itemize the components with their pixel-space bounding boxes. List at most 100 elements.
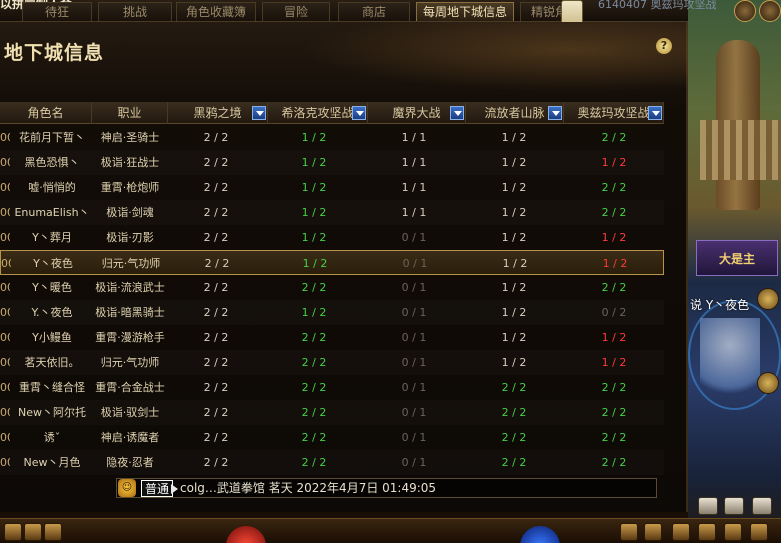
menu-icon[interactable] — [698, 497, 718, 515]
dropdown-icon[interactable] — [548, 106, 562, 120]
badge-icon[interactable] — [759, 0, 781, 22]
quickslot-icon[interactable] — [24, 523, 42, 541]
phone-icon[interactable] — [724, 497, 744, 515]
table-row[interactable]: 00 Y.丶夜色 极诣·暗黑骑士 2 / 2 1 / 2 0 / 1 1 / 2 0 / 2 — [0, 300, 664, 325]
clear-count: 1 / 2 — [501, 181, 527, 194]
character-job: 神启·圣骑士 — [100, 131, 160, 144]
table-row[interactable]: 00 嘘·悄悄的 重霄·枪炮师 2 / 2 1 / 2 1 / 1 1 / 2 2 / 2 — [0, 175, 664, 200]
quickslot-icon[interactable] — [4, 523, 22, 541]
character-job: 极诣·暗黑骑士 — [95, 306, 165, 319]
clear-count: 1 / 2 — [601, 231, 627, 244]
clear-count: 2 / 2 — [203, 306, 229, 319]
character-figure — [700, 318, 760, 408]
tab-3[interactable]: 冒险 — [262, 2, 330, 21]
clear-count: 2 / 2 — [501, 406, 527, 419]
help-icon[interactable]: ? — [656, 38, 672, 54]
quickslot-icon[interactable] — [672, 523, 690, 541]
row-prefix: 00 — [0, 356, 10, 369]
clear-count: 1 / 2 — [501, 206, 527, 219]
quickslot-icon[interactable] — [724, 523, 742, 541]
clear-count: 2 / 2 — [301, 281, 327, 294]
quickslot-icon[interactable] — [620, 523, 638, 541]
character-job: 归元·气功师 — [100, 356, 160, 369]
table-row[interactable]: 00 黑色恐惧丶 极诣·狂战士 2 / 2 1 / 2 1 / 1 1 / 2 1 / 2 — [0, 150, 664, 175]
column-header-dungeon-3[interactable]: 流放者山脉 — [466, 102, 564, 124]
clear-count: 1 / 2 — [301, 131, 327, 144]
character-name: 嘘·悄悄的 — [28, 181, 76, 194]
emoji-icon[interactable]: ☺ — [118, 479, 136, 497]
character-job: 重霄·枪炮师 — [100, 181, 160, 194]
table-row[interactable]: 00 诱ˇ 神启·诱魔者 2 / 2 2 / 2 0 / 1 2 / 2 2 / 2 — [0, 425, 664, 450]
chat-icon[interactable] — [752, 497, 772, 515]
badge-icon[interactable] — [734, 0, 756, 22]
column-header-dungeon-0[interactable]: 黑鸦之境 — [168, 102, 268, 124]
dropdown-icon[interactable] — [648, 106, 662, 120]
quickslot-icon[interactable] — [698, 523, 716, 541]
table-row[interactable]: 00 New丶月色 隐夜·忍者 2 / 2 2 / 2 0 / 1 2 / 2 2 / 2 — [0, 450, 664, 475]
table-row[interactable]: 00 茗天依旧。 归元·气功师 2 / 2 2 / 2 0 / 1 1 / 2 1 / 2 — [0, 350, 664, 375]
dropdown-icon[interactable] — [252, 106, 266, 120]
clear-count: 2 / 2 — [601, 131, 627, 144]
quickslot-icon[interactable] — [644, 523, 662, 541]
clear-count: 2 / 2 — [301, 406, 327, 419]
skill-orb-icon[interactable] — [757, 288, 779, 310]
dropdown-icon[interactable] — [450, 106, 464, 120]
tab-2[interactable]: 角色收藏簿 — [176, 2, 256, 21]
table-row[interactable]: 00 Y丶暖色 极诣·流浪武士 2 / 2 2 / 2 0 / 1 1 / 2 2 / 2 — [0, 275, 664, 300]
character-job: 极诣·狂战士 — [100, 156, 160, 169]
row-prefix: 00 — [0, 156, 10, 169]
table-row[interactable]: 00 花前月下暂丶 神启·圣骑士 2 / 2 1 / 2 1 / 1 1 / 2 2 / 2 — [0, 125, 664, 150]
table-row[interactable]: 00 Y丶葬月 极诣·刃影 2 / 2 1 / 2 0 / 1 1 / 2 1 / 2 — [0, 225, 664, 250]
clear-count: 1 / 2 — [301, 181, 327, 194]
character-job: 隐夜·忍者 — [106, 456, 154, 469]
clear-count: 1 / 1 — [401, 206, 427, 219]
table-row[interactable]: 00 Y小鳗鱼 重霄·漫游枪手 2 / 2 2 / 2 0 / 1 1 / 2 1 / 2 — [0, 325, 664, 350]
clear-count: 0 / 1 — [401, 456, 427, 469]
clear-count: 2 / 2 — [501, 456, 527, 469]
clear-count: 0 / 2 — [601, 306, 627, 319]
row-prefix: 00 — [0, 206, 10, 219]
column-header-job: 职业 — [92, 102, 168, 124]
clear-count: 1 / 1 — [401, 181, 427, 194]
tab-1[interactable]: 挑战 — [98, 2, 172, 21]
column-header-dungeon-2[interactable]: 魔界大战 — [368, 102, 466, 124]
quickslot-icon[interactable] — [750, 523, 768, 541]
clear-count: 1 / 2 — [301, 231, 327, 244]
tab-weekly-dungeon[interactable]: 每周地下城信息 — [416, 2, 514, 21]
column-header-dungeon-4[interactable]: 奥兹玛攻坚战 — [564, 102, 664, 124]
chat-arrow-icon — [171, 484, 178, 494]
clear-count: 1 / 2 — [301, 306, 327, 319]
clear-count: 2 / 2 — [501, 431, 527, 444]
clear-count: 2 / 2 — [301, 356, 327, 369]
clear-count: 2 / 2 — [204, 257, 230, 270]
dropdown-icon[interactable] — [352, 106, 366, 120]
character-name: 诱ˇ — [43, 431, 61, 444]
clear-count: 1 / 2 — [501, 281, 527, 294]
table-row[interactable]: 00 重霄丶缝合怪重霄·合金战士 2 / 2 2 / 2 0 / 1 2 / 2 2 / 2 — [0, 375, 664, 400]
table-row[interactable]: 00 EnumaElish丶 极诣·剑魂 2 / 2 1 / 2 1 / 1 1 / 2 2 … — [0, 200, 664, 225]
skill-orb-icon[interactable] — [757, 372, 779, 394]
character-job: 极诣·刃影 — [106, 231, 154, 244]
clear-count: 0 / 1 — [401, 356, 427, 369]
tab-4[interactable]: 商店 — [338, 2, 410, 21]
clear-count: 1 / 2 — [501, 131, 527, 144]
character-name: Y小鳗鱼 — [32, 331, 72, 344]
table-row[interactable]: 00 New丶阿尔托 极诣·驭剑士 2 / 2 2 / 2 0 / 1 2 / 2 2 / 2 — [0, 400, 664, 425]
clear-count: 2 / 2 — [601, 381, 627, 394]
quickslot-icon[interactable] — [44, 523, 62, 541]
character-name: EnumaElish丶 — [14, 206, 90, 219]
clear-count: 1 / 1 — [401, 156, 427, 169]
tab-0[interactable]: 待狂 — [22, 2, 92, 21]
clear-count: 1 / 2 — [501, 156, 527, 169]
clear-count: 2 / 2 — [203, 406, 229, 419]
column-header-dungeon-1[interactable]: 希洛克攻坚战 — [268, 102, 368, 124]
clear-count: 2 / 2 — [301, 456, 327, 469]
table-row[interactable]: 00 Y丶夜色 归元·气功师 2 / 2 1 / 2 0 / 1 1 / 2 1 / 2 — [0, 250, 664, 275]
bottom-hud — [0, 518, 781, 543]
chat-channel-button[interactable]: 普通 — [141, 480, 174, 497]
clear-count: 2 / 2 — [301, 381, 327, 394]
character-job: 极诣·流浪武士 — [95, 281, 165, 294]
clear-count: 2 / 2 — [203, 356, 229, 369]
clear-count: 2 / 2 — [301, 331, 327, 344]
chat-message[interactable]: colg…武道拳馆 茗天 2022年4月7日 01:49:05 — [180, 479, 436, 498]
